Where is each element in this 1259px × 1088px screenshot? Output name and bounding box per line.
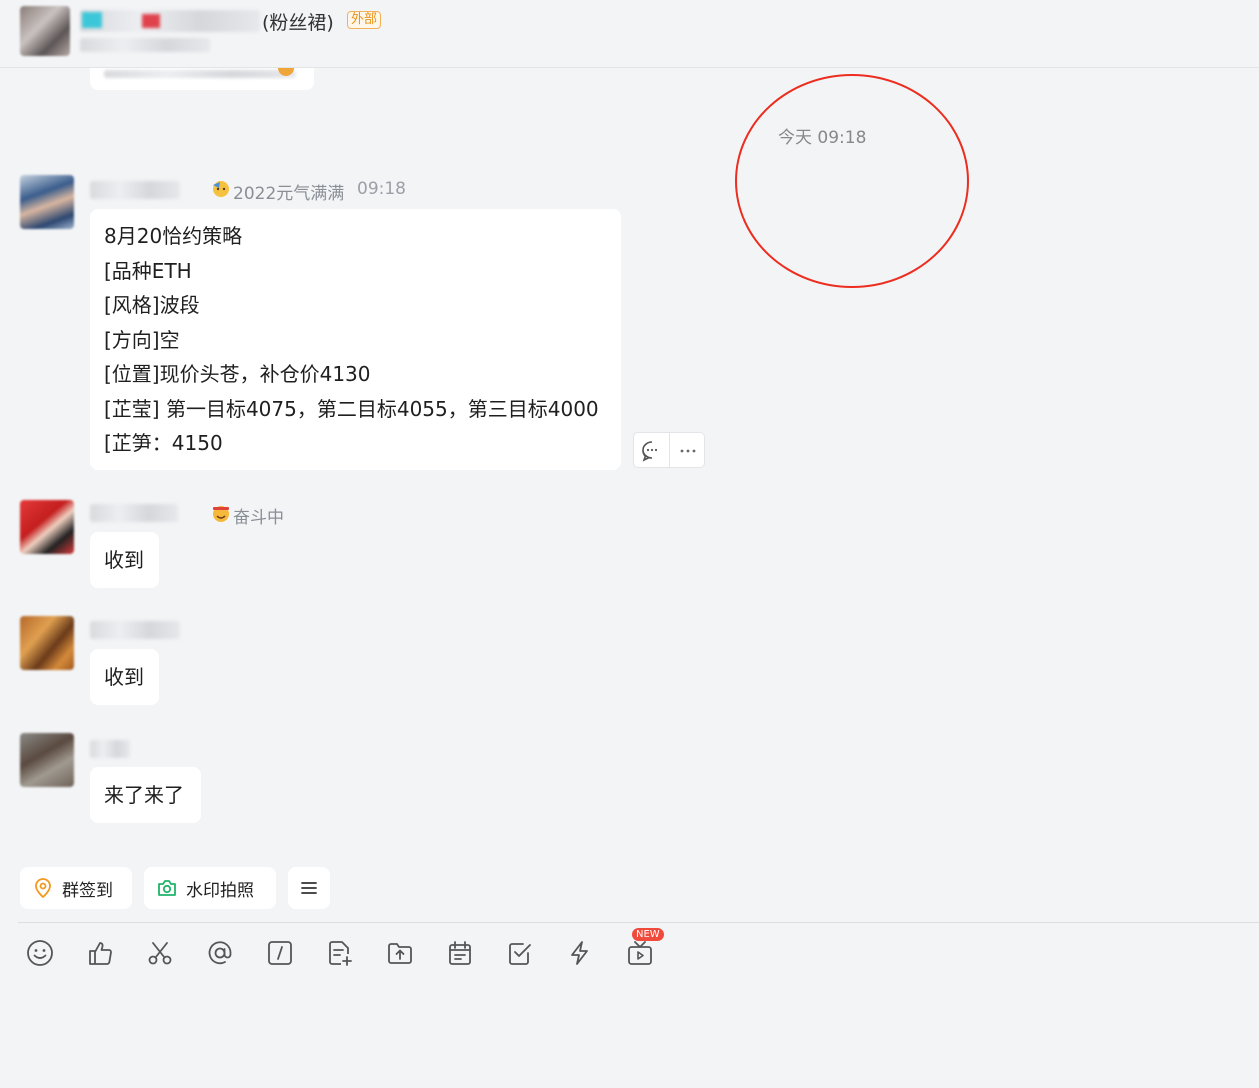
camera-icon [156, 877, 178, 899]
upload-file-icon[interactable] [383, 936, 417, 970]
live-video-icon[interactable] [623, 936, 657, 970]
header-avatar[interactable] [20, 6, 70, 56]
new-badge: NEW [632, 928, 664, 941]
more-icon[interactable] [676, 439, 700, 463]
message-line: 8月20恰约策略 [104, 224, 243, 248]
watermark-photo-button[interactable]: 水印拍照 [144, 867, 276, 909]
avatar[interactable] [20, 616, 74, 670]
header-blur-accent-red [142, 14, 160, 28]
avatar[interactable] [20, 175, 74, 229]
sender-status: 奋斗中 [233, 508, 284, 528]
message-line: [风格]波段 [104, 293, 200, 317]
checkin-button[interactable]: 群签到 [20, 867, 132, 909]
header-subtitle-blurred [80, 38, 210, 52]
emoji-icon[interactable] [23, 936, 57, 970]
location-icon [32, 877, 54, 899]
external-badge: 外部 [347, 11, 382, 29]
message-line: [方向]空 [104, 327, 180, 352]
message-bubble[interactable]: 来了来了 [90, 767, 201, 823]
slash-command-icon[interactable] [263, 936, 297, 970]
watermark-photo-label: 水印拍照 [186, 880, 254, 901]
message-actions [633, 432, 705, 468]
sender-name-blurred [90, 621, 180, 639]
reply-icon[interactable] [640, 439, 664, 463]
actions-divider [669, 433, 670, 467]
message-line: [位置]现价头苍，补仓价4130 [104, 362, 371, 386]
annotation-circle [735, 74, 969, 288]
message-bubble[interactable]: 8月20恰约策略 [品种ETH [风格]波段 [方向]空 [位置]现价头苍，补仓… [90, 209, 621, 470]
new-doc-icon[interactable] [323, 936, 357, 970]
sender-name-blurred [90, 740, 130, 758]
sender-name-blurred [90, 181, 180, 199]
at-icon[interactable] [203, 936, 237, 970]
composer-divider [18, 922, 1259, 923]
message-line: [品种ETH [104, 258, 192, 283]
message-line: [芷莹] 第一目标4075，第二目标4055，第三目标4000 [104, 396, 599, 421]
previous-message-text-blurred [104, 70, 296, 78]
status-emoji-icon [210, 179, 232, 199]
header-title-blurred [80, 10, 260, 32]
avatar[interactable] [20, 733, 74, 787]
sender-name-blurred [90, 504, 178, 522]
message-bubble[interactable]: 收到 [90, 532, 159, 588]
thumbs-up-icon[interactable] [83, 936, 117, 970]
group-name-suffix: (粉丝裙) [262, 12, 334, 34]
scissors-icon[interactable] [143, 936, 177, 970]
menu-icon [299, 878, 319, 898]
header-blur-accent-teal [82, 12, 102, 28]
message-line: [芷笋：4150 [104, 431, 223, 455]
message-time: 09:18 [357, 179, 406, 199]
lightning-icon[interactable] [563, 936, 597, 970]
more-actions-button[interactable] [288, 867, 330, 909]
checkin-label: 群签到 [62, 880, 113, 901]
sender-status: 2022元气满满 [233, 184, 345, 204]
task-check-icon[interactable] [503, 936, 537, 970]
status-emoji-icon [210, 503, 232, 523]
schedule-icon[interactable] [443, 936, 477, 970]
avatar[interactable] [20, 500, 74, 554]
message-bubble[interactable]: 收到 [90, 649, 159, 705]
